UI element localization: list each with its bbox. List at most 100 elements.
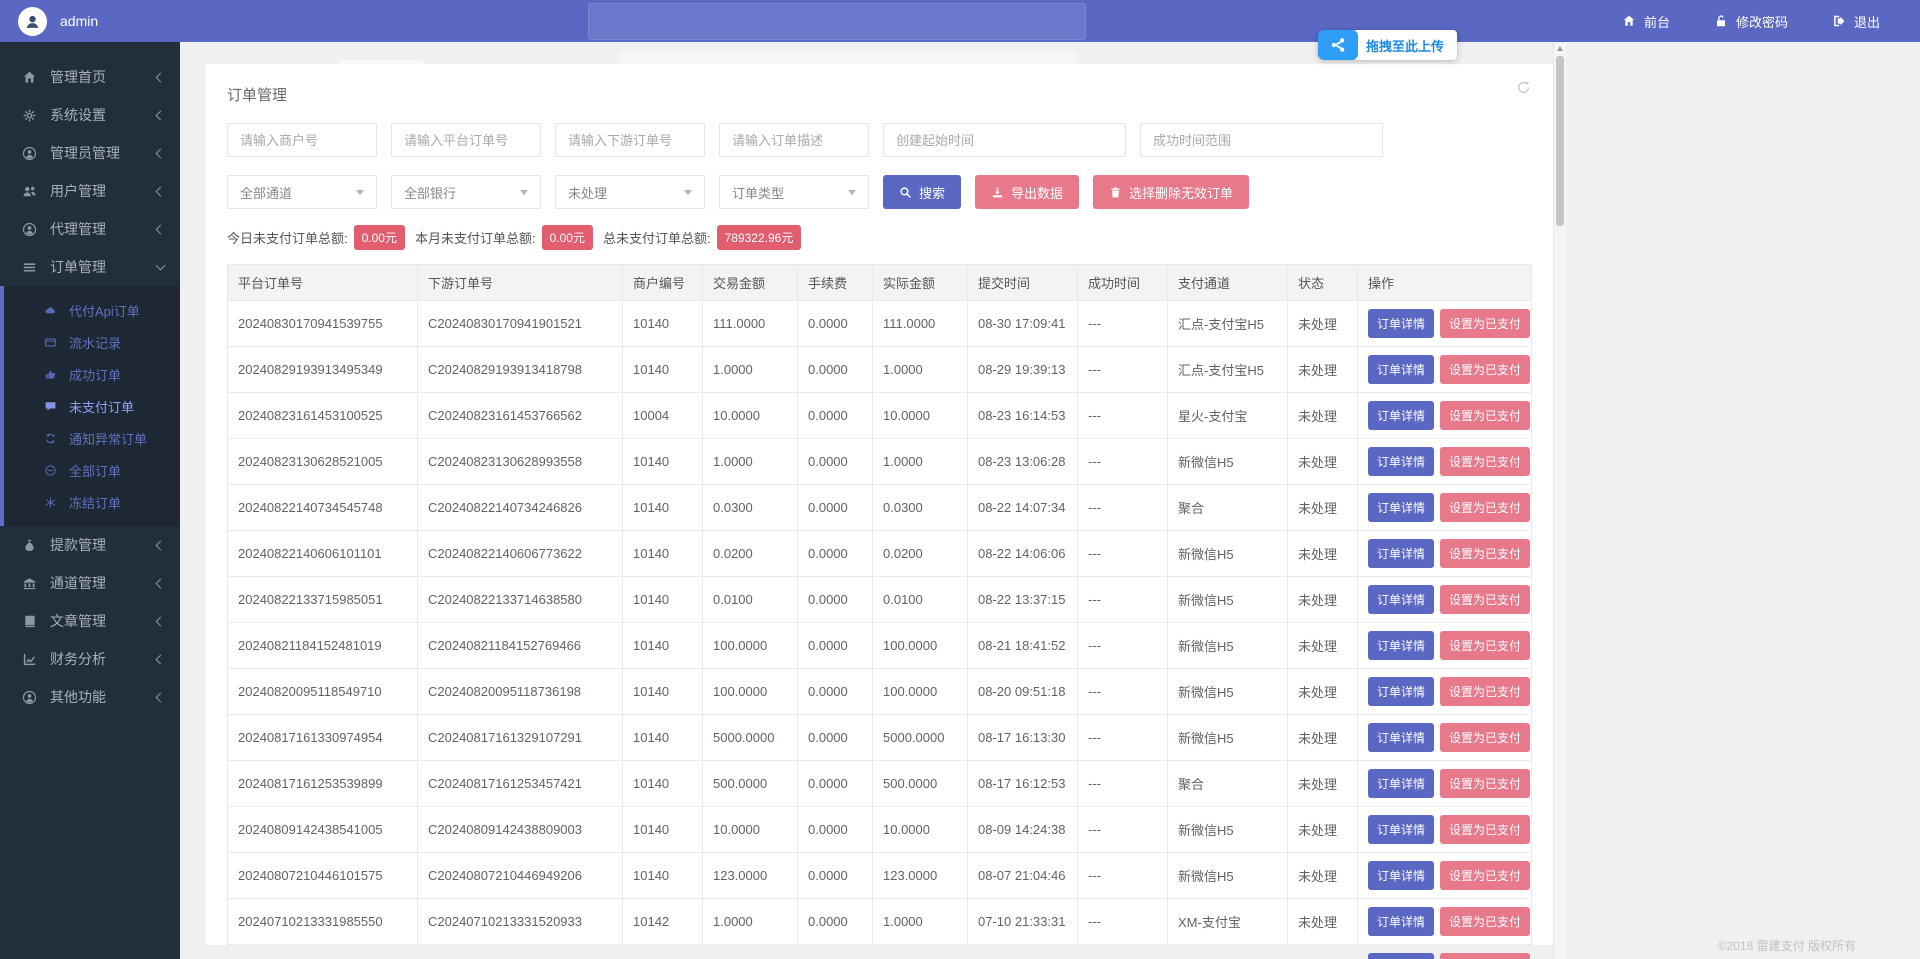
cell: 0.0000 <box>798 899 873 945</box>
order-description-input[interactable] <box>719 123 869 157</box>
submenu-item-frozen-orders[interactable]: 冻结订单 <box>4 486 180 518</box>
comment-icon <box>44 400 58 413</box>
downstream-order-no-input[interactable] <box>555 123 705 157</box>
set-paid-button[interactable]: 设置为已支付 <box>1440 631 1530 660</box>
cell: 0.0000 <box>798 531 873 577</box>
submenu-item-notify-error-orders[interactable]: 通知异常订单 <box>4 422 180 454</box>
sidebar-item-article-management[interactable]: 文章管理 <box>0 602 180 640</box>
cell: 08-23 16:14:53 <box>968 393 1078 439</box>
cell: 08-23 13:06:28 <box>968 439 1078 485</box>
nav-link-change-password[interactable]: 修改密码 <box>1714 12 1788 31</box>
cell: C20240822133714638580 <box>418 577 623 623</box>
cell: XM-支付宝H5 <box>1168 945 1288 959</box>
order-detail-button[interactable]: 订单详情 <box>1368 631 1434 660</box>
order-detail-button[interactable]: 订单详情 <box>1368 539 1434 568</box>
cell: 20240829193913495349 <box>228 347 418 393</box>
submenu-item-flow-records[interactable]: 流水记录 <box>4 326 180 358</box>
table-row: 20240809142438541005C2024080914243880900… <box>228 807 1532 853</box>
actions-cell: 订单详情设置为已支付 <box>1358 623 1532 669</box>
sidebar-item-withdraw-management[interactable]: 提款管理 <box>0 526 180 564</box>
bank-select[interactable]: 全部银行 <box>391 175 541 209</box>
channel-select[interactable]: 全部通道 <box>227 175 377 209</box>
order-detail-button[interactable]: 订单详情 <box>1368 723 1434 752</box>
cell: 20240823161453100525 <box>228 393 418 439</box>
gear-icon <box>22 108 38 123</box>
cell: 08-21 18:41:52 <box>968 623 1078 669</box>
sidebar-item-label: 订单管理 <box>50 257 157 277</box>
button-label: 导出数据 <box>1011 183 1063 202</box>
sidebar-item-admin-management[interactable]: 管理员管理 <box>0 134 180 172</box>
scrollbar-up-arrow-icon[interactable] <box>1557 46 1563 51</box>
sidebar-item-user-management[interactable]: 用户管理 <box>0 172 180 210</box>
set-paid-button[interactable]: 设置为已支付 <box>1440 907 1530 936</box>
vertical-scrollbar[interactable] <box>1553 42 1566 959</box>
cell: 111.0000 <box>873 301 968 347</box>
sidebar-item-agent-management[interactable]: 代理管理 <box>0 210 180 248</box>
orders-table: 平台订单号下游订单号商户编号交易金额手续费实际金额提交时间成功时间支付通道状态操… <box>227 264 1532 959</box>
submenu-item-api-payout-orders[interactable]: 代付Api订单 <box>4 294 180 326</box>
submenu-item-success-orders[interactable]: 成功订单 <box>4 358 180 390</box>
export-data-button[interactable]: 导出数据 <box>975 175 1079 209</box>
sidebar-item-channel-management[interactable]: 通道管理 <box>0 564 180 602</box>
order-detail-button[interactable]: 订单详情 <box>1368 309 1434 338</box>
order-detail-button[interactable]: 订单详情 <box>1368 677 1434 706</box>
sidebar-item-system-settings[interactable]: 系统设置 <box>0 96 180 134</box>
set-paid-button[interactable]: 设置为已支付 <box>1440 355 1530 384</box>
cell: 10.0000 <box>703 807 798 853</box>
set-paid-button[interactable]: 设置为已支付 <box>1440 861 1530 890</box>
merchant-no-input[interactable] <box>227 123 377 157</box>
cell: 20240817161253539899 <box>228 761 418 807</box>
order-detail-button[interactable]: 订单详情 <box>1368 769 1434 798</box>
status-cell: 未处理 <box>1288 853 1358 899</box>
sidebar-item-other-functions[interactable]: 其他功能 <box>0 678 180 716</box>
drag-upload-widget[interactable]: 拖拽至此上传 <box>1318 30 1457 60</box>
cell: --- <box>1078 623 1168 669</box>
search-button[interactable]: 搜索 <box>883 175 961 209</box>
delete-invalid-orders-button[interactable]: 选择删除无效订单 <box>1093 175 1249 209</box>
table-row: 20240823130628521005C2024082313062899355… <box>228 439 1532 485</box>
actions-cell: 订单详情设置为已支付 <box>1358 439 1532 485</box>
create-start-time-input[interactable] <box>883 123 1126 157</box>
platform-order-no-input[interactable] <box>391 123 541 157</box>
set-paid-button[interactable]: 设置为已支付 <box>1440 585 1530 614</box>
sidebar-item-home[interactable]: 管理首页 <box>0 58 180 96</box>
order-detail-button[interactable]: 订单详情 <box>1368 907 1434 936</box>
nav-link-front[interactable]: 前台 <box>1622 12 1670 31</box>
success-time-range-input[interactable] <box>1140 123 1383 157</box>
set-paid-button[interactable]: 设置为已支付 <box>1440 723 1530 752</box>
table-row: 20240822140606101101C2024082214060677362… <box>228 531 1532 577</box>
set-paid-button[interactable]: 设置为已支付 <box>1440 769 1530 798</box>
order-type-select[interactable]: 订单类型 <box>719 175 869 209</box>
sidebar-item-finance-analysis[interactable]: 财务分析 <box>0 640 180 678</box>
upload-widget-label: 拖拽至此上传 <box>1352 30 1457 60</box>
order-detail-button[interactable]: 订单详情 <box>1368 861 1434 890</box>
order-detail-button[interactable]: 订单详情 <box>1368 401 1434 430</box>
status-select[interactable]: 未处理 <box>555 175 705 209</box>
scrollbar-thumb[interactable] <box>1556 56 1564 226</box>
set-paid-button[interactable]: 设置为已支付 <box>1440 309 1530 338</box>
refresh-icon[interactable] <box>1516 80 1531 100</box>
set-paid-button[interactable]: 设置为已支付 <box>1440 539 1530 568</box>
order-detail-button[interactable]: 订单详情 <box>1368 585 1434 614</box>
cell: 10140 <box>623 807 703 853</box>
submenu-item-unpaid-orders[interactable]: 未支付订单 <box>4 390 180 422</box>
order-detail-button[interactable]: 订单详情 <box>1368 355 1434 384</box>
sidebar-item-order-management[interactable]: 订单管理 <box>0 248 180 286</box>
avatar[interactable] <box>18 7 47 36</box>
order-detail-button[interactable]: 订单详情 <box>1368 447 1434 476</box>
submenu-item-all-orders[interactable]: 全部订单 <box>4 454 180 486</box>
order-detail-button[interactable]: 订单详情 <box>1368 953 1434 959</box>
cell: 20240830170941539755 <box>228 301 418 347</box>
submenu-item-label: 未支付订单 <box>69 397 134 416</box>
nav-link-logout[interactable]: 退出 <box>1832 12 1880 31</box>
order-detail-button[interactable]: 订单详情 <box>1368 493 1434 522</box>
set-paid-button[interactable]: 设置为已支付 <box>1440 815 1530 844</box>
set-paid-button[interactable]: 设置为已支付 <box>1440 447 1530 476</box>
column-header: 状态 <box>1288 265 1358 301</box>
cell: 08-20 09:51:18 <box>968 669 1078 715</box>
set-paid-button[interactable]: 设置为已支付 <box>1440 493 1530 522</box>
order-detail-button[interactable]: 订单详情 <box>1368 815 1434 844</box>
set-paid-button[interactable]: 设置为已支付 <box>1440 677 1530 706</box>
set-paid-button[interactable]: 设置为已支付 <box>1440 953 1530 959</box>
set-paid-button[interactable]: 设置为已支付 <box>1440 401 1530 430</box>
